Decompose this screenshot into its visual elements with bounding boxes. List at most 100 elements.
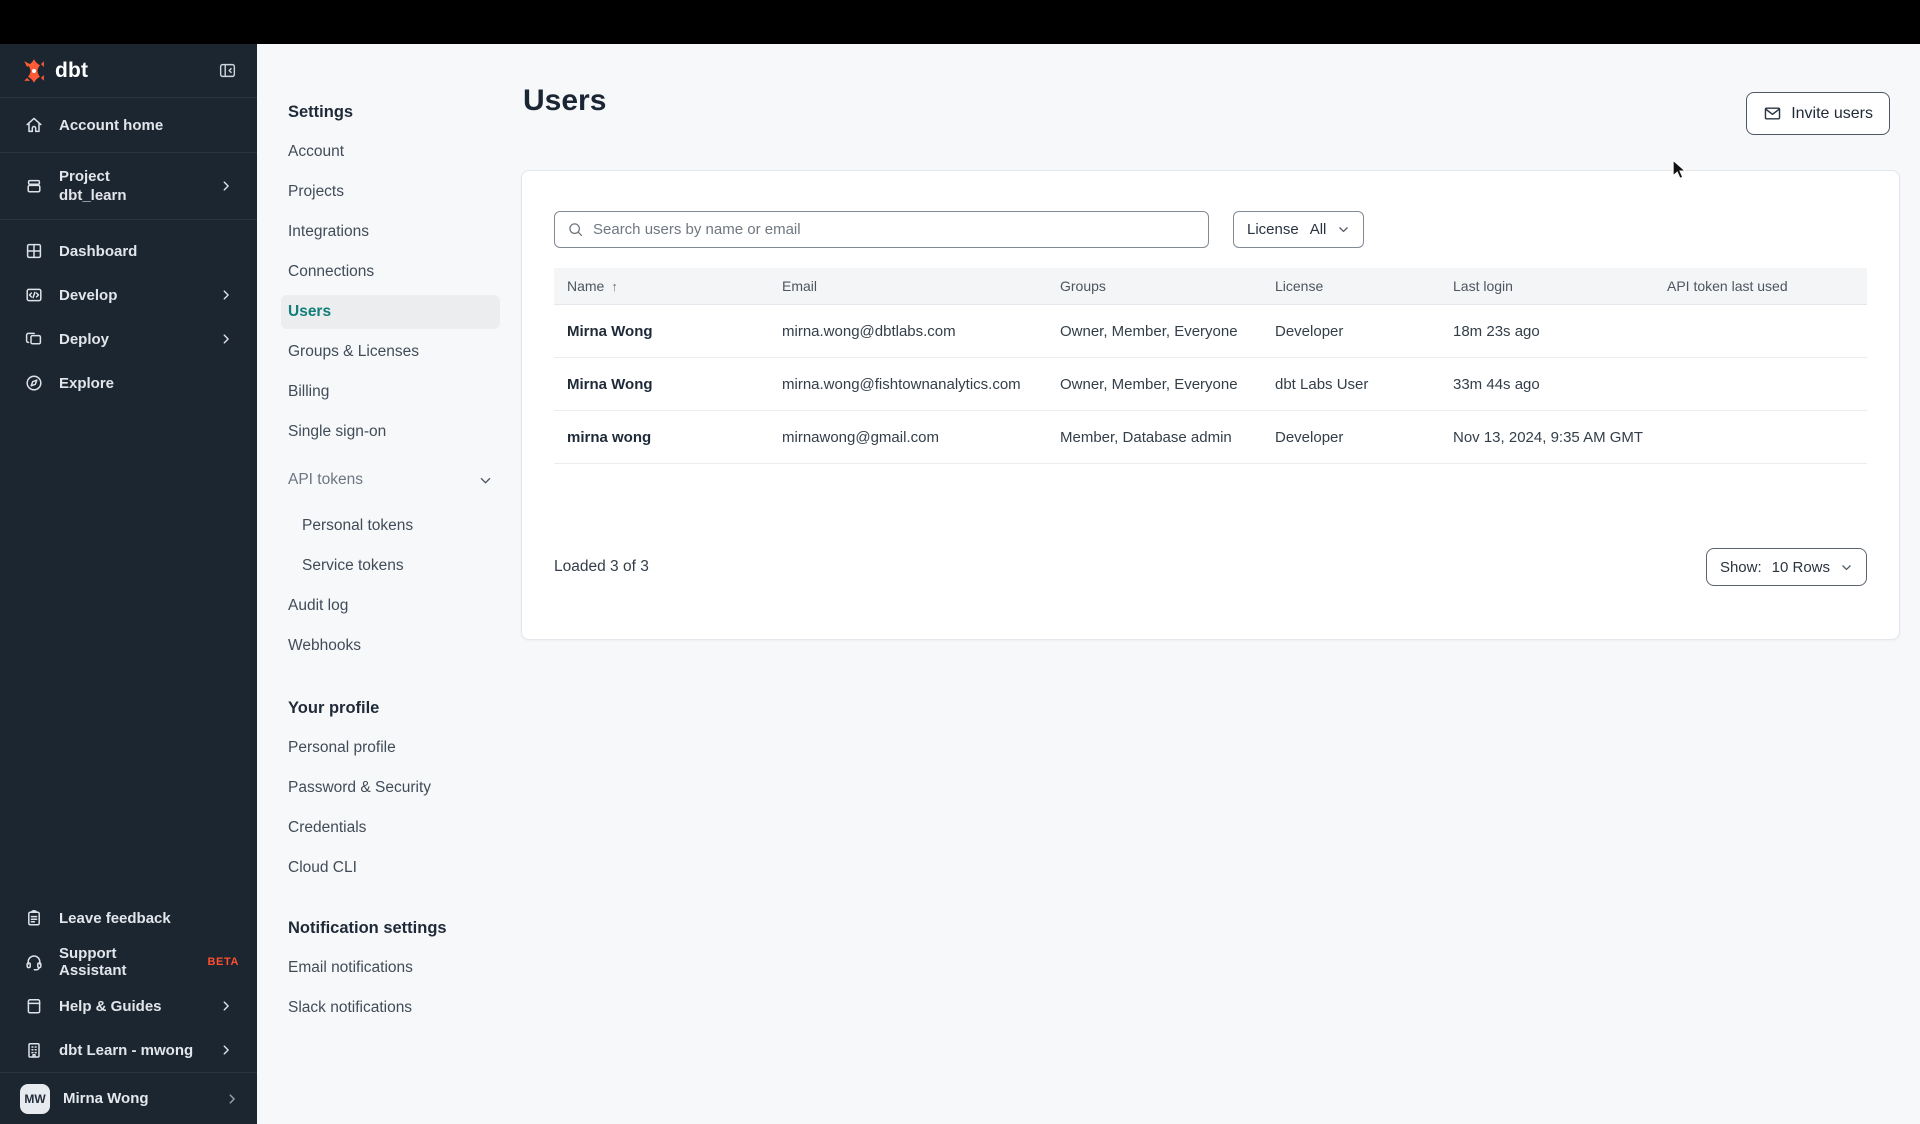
chevron-down-icon xyxy=(1337,223,1350,236)
top-black-bar xyxy=(0,0,1920,44)
deploy-icon xyxy=(24,329,44,349)
your-profile-heading: Your profile xyxy=(288,698,380,717)
sidebar-item-label: Help & Guides xyxy=(59,997,162,1015)
settings-nav-heading: Settings xyxy=(288,102,354,121)
cell-license: dbt Labs User xyxy=(1275,375,1369,393)
settings-nav-personal-profile[interactable]: Personal profile xyxy=(281,728,500,768)
sidebar-bottom-group: Leave feedback Support Assistant BETA He… xyxy=(0,896,257,1072)
cell-last-login: 33m 44s ago xyxy=(1453,375,1540,393)
settings-nav-slack-notifications[interactable]: Slack notifications xyxy=(281,988,500,1028)
settings-nav-credentials[interactable]: Credentials xyxy=(281,808,500,848)
sidebar-item-account-home[interactable]: Account home xyxy=(0,98,257,153)
sidebar-item-help-guides[interactable]: Help & Guides xyxy=(0,984,257,1028)
cell-groups: Owner, Member, Everyone xyxy=(1060,375,1238,393)
settings-nav-integrations[interactable]: Integrations xyxy=(281,212,500,252)
develop-code-icon xyxy=(24,285,44,305)
table-row[interactable]: Mirna Wong mirna.wong@dbtlabs.com Owner,… xyxy=(554,305,1867,358)
settings-nav-projects[interactable]: Projects xyxy=(281,172,500,212)
users-card: License All Name ↑ Email Groups License … xyxy=(521,170,1900,640)
loaded-count: Loaded 3 of 3 xyxy=(554,558,649,575)
cell-groups: Member, Database admin xyxy=(1060,428,1232,446)
sidebar-item-label: Explore xyxy=(59,374,115,392)
rows-per-page-dropdown[interactable]: Show: 10 Rows xyxy=(1705,548,1867,586)
column-header-email[interactable]: Email xyxy=(769,278,1047,294)
project-box-icon xyxy=(24,176,44,196)
cell-groups: Owner, Member, Everyone xyxy=(1060,322,1238,340)
sidebar-item-dashboard[interactable]: Dashboard xyxy=(0,229,257,273)
settings-nav-single-sign-on[interactable]: Single sign-on xyxy=(281,412,500,452)
sidebar-item-support-assistant[interactable]: Support Assistant BETA xyxy=(0,940,257,984)
sidebar-item-explore[interactable]: Explore xyxy=(0,361,257,405)
chevron-down-icon xyxy=(478,473,493,488)
feedback-clipboard-icon xyxy=(24,908,44,928)
sidebar-item-label: Develop xyxy=(59,286,118,304)
settings-nav-personal-tokens[interactable]: Personal tokens xyxy=(281,506,500,546)
sidebar-item-project[interactable]: Project dbt_learn xyxy=(0,153,257,220)
show-label: Show: xyxy=(1719,558,1762,576)
users-toolbar: License All xyxy=(554,211,1867,248)
table-row[interactable]: mirna wong mirnawong@gmail.com Member, D… xyxy=(554,411,1867,464)
api-tokens-label: API tokens xyxy=(288,471,363,488)
sidebar-item-label: Account home xyxy=(59,116,164,134)
settings-nav-account[interactable]: Account xyxy=(281,132,500,172)
sidebar-item-label: Deploy xyxy=(59,330,110,348)
invite-users-button[interactable]: Invite users xyxy=(1746,92,1890,135)
table-footer: Loaded 3 of 3 Show: 10 Rows xyxy=(554,548,1867,586)
show-value: 10 Rows xyxy=(1771,558,1830,576)
settings-nav-webhooks[interactable]: Webhooks xyxy=(281,626,500,666)
dbt-logo[interactable]: dbt xyxy=(21,58,88,84)
envelope-icon xyxy=(1763,104,1782,123)
invite-users-label: Invite users xyxy=(1791,104,1873,122)
sidebar-item-deploy[interactable]: Deploy xyxy=(0,317,257,361)
settings-nav-users[interactable]: Users xyxy=(281,295,500,329)
cell-license: Developer xyxy=(1275,322,1344,340)
app-sidebar: dbt Account home Project dbt_learn Dashb… xyxy=(0,44,257,1124)
column-header-name[interactable]: Name ↑ xyxy=(554,278,769,294)
settings-nav-api-tokens[interactable]: API tokens xyxy=(281,460,500,500)
sidebar-item-label: Support Assistant xyxy=(59,945,127,979)
table-row[interactable]: Mirna Wong mirna.wong@fishtownanalytics.… xyxy=(554,358,1867,411)
settings-nav-password-security[interactable]: Password & Security xyxy=(281,768,500,808)
settings-nav-cloud-cli[interactable]: Cloud CLI xyxy=(281,848,500,888)
column-header-license[interactable]: License xyxy=(1262,278,1440,294)
header-name-label: Name xyxy=(567,278,605,294)
settings-nav-service-tokens[interactable]: Service tokens xyxy=(281,546,500,586)
cell-email: mirnawong@gmail.com xyxy=(782,428,939,446)
dbt-logo-text: dbt xyxy=(55,58,89,82)
sidebar-collapse-icon[interactable] xyxy=(218,61,237,80)
sidebar-user-menu[interactable]: MW Mirna Wong xyxy=(0,1072,257,1124)
table-header-row: Name ↑ Email Groups License Last login A… xyxy=(554,268,1867,305)
chevron-right-icon xyxy=(219,999,239,1013)
cell-email: mirna.wong@fishtownanalytics.com xyxy=(782,375,1021,393)
sidebar-item-leave-feedback[interactable]: Leave feedback xyxy=(0,896,257,940)
chevron-down-icon xyxy=(1840,561,1853,574)
column-header-last-login[interactable]: Last login xyxy=(1440,278,1654,294)
beta-badge: BETA xyxy=(207,956,239,968)
settings-nav-email-notifications[interactable]: Email notifications xyxy=(281,948,500,988)
settings-nav-audit-log[interactable]: Audit log xyxy=(281,586,500,626)
cell-last-login: Nov 13, 2024, 9:35 AM GMT xyxy=(1453,428,1644,446)
chevron-right-icon xyxy=(225,1092,239,1106)
dbt-logo-icon xyxy=(21,58,47,84)
sidebar-item-dbt-learn[interactable]: dbt Learn - mwong xyxy=(0,1028,257,1072)
building-icon xyxy=(24,1040,44,1060)
sidebar-item-develop[interactable]: Develop xyxy=(0,273,257,317)
settings-nav-connections[interactable]: Connections xyxy=(281,252,500,292)
book-icon xyxy=(24,996,44,1016)
dashboard-icon xyxy=(24,241,44,261)
settings-nav-billing[interactable]: Billing xyxy=(281,372,500,412)
column-header-api-token[interactable]: API token last used xyxy=(1654,278,1867,294)
search-input[interactable] xyxy=(593,221,1196,238)
settings-nav-groups-licenses[interactable]: Groups & Licenses xyxy=(281,332,500,372)
column-header-groups[interactable]: Groups xyxy=(1047,278,1262,294)
notification-settings-heading: Notification settings xyxy=(288,918,447,937)
chevron-right-icon xyxy=(219,288,239,302)
page-title: Users xyxy=(523,84,607,117)
license-filter-dropdown[interactable]: License All xyxy=(1233,211,1365,248)
sidebar-header: dbt xyxy=(0,44,257,98)
chevron-right-icon xyxy=(219,179,239,193)
sidebar-main-group: Dashboard Develop Deploy Explore xyxy=(0,220,257,405)
cell-email: mirna.wong@dbtlabs.com xyxy=(782,322,956,340)
project-name: dbt_learn xyxy=(59,187,127,204)
user-name: Mirna Wong xyxy=(63,1090,149,1107)
